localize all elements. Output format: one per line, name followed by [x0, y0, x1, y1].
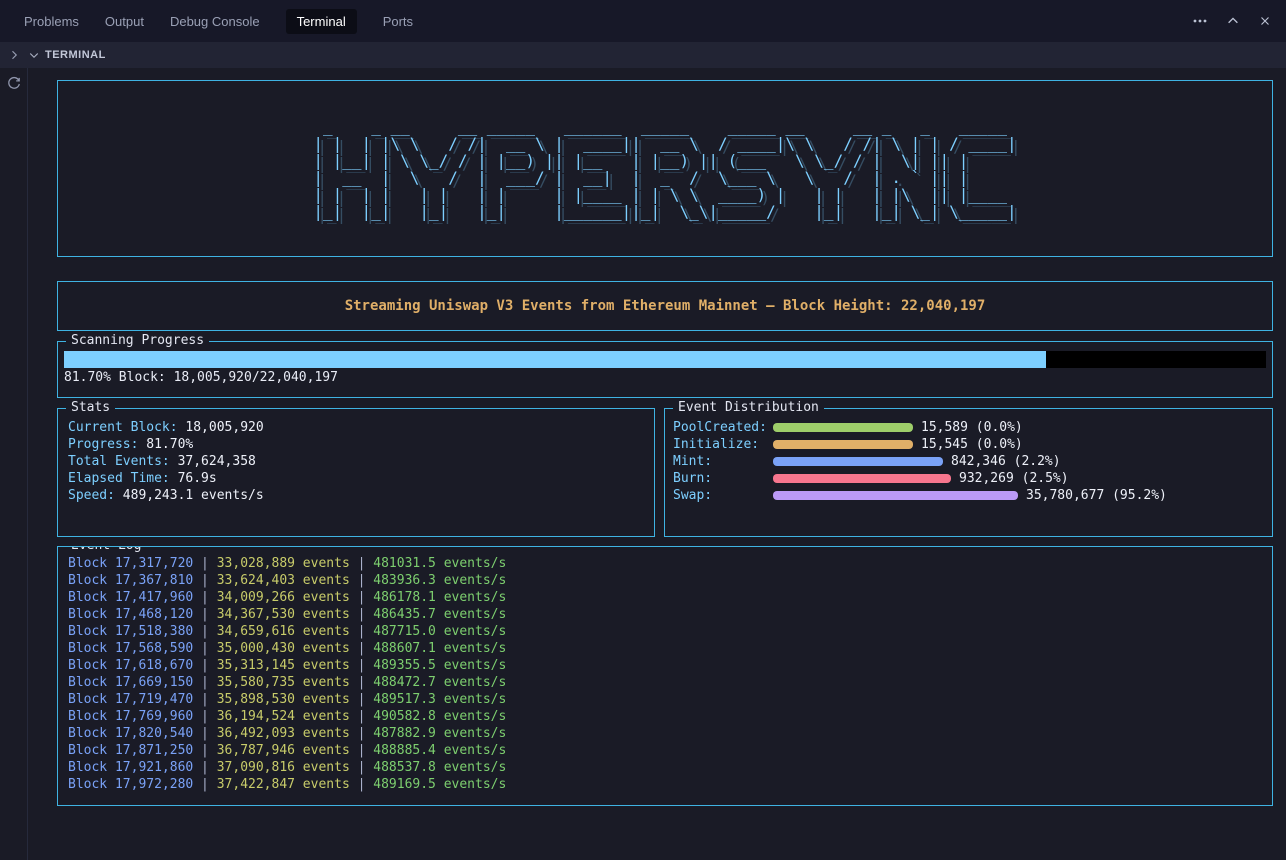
stream-info-panel: Streaming Uniswap V3 Events from Ethereu…: [57, 281, 1273, 331]
stat-row: Elapsed Time: 76.9s: [68, 470, 644, 487]
event-log-row: Block 17,871,250 | 36,787,946 events | 4…: [68, 742, 1262, 759]
panel-content: _ _ __ __ _____ ______ _____ _____ __ __…: [0, 68, 1286, 860]
tab-output[interactable]: Output: [105, 14, 144, 29]
chevron-down-icon[interactable]: [28, 49, 40, 61]
distribution-rows: PoolCreated:15,589 (0.0%)Initialize:15,5…: [673, 419, 1264, 504]
stats-panel: Stats Current Block: 18,005,920Progress:…: [57, 408, 655, 537]
progress-bar: [64, 351, 1266, 368]
event-distribution-panel: Event Distribution PoolCreated:15,589 (0…: [664, 408, 1273, 537]
event-log-row: Block 17,468,120 | 34,367,530 events | 4…: [68, 606, 1262, 623]
banner-panel: _ _ __ __ _____ ______ _____ _____ __ __…: [57, 80, 1273, 257]
event-log-row: Block 17,719,470 | 35,898,530 events | 4…: [68, 691, 1262, 708]
distribution-row: Initialize:15,545 (0.0%): [673, 436, 1264, 453]
event-log-rows: Block 17,317,720 | 33,028,889 events | 4…: [68, 555, 1262, 793]
stats-title: Stats: [66, 400, 115, 416]
stats-distribution-row: Stats Current Block: 18,005,920Progress:…: [57, 408, 1273, 537]
distribution-row: Swap:35,780,677 (95.2%): [673, 487, 1264, 504]
event-log-row: Block 17,417,960 | 34,009,266 events | 4…: [68, 589, 1262, 606]
distribution-bar: [773, 440, 913, 449]
maximize-panel-icon[interactable]: [1226, 14, 1240, 28]
event-log-row: Block 17,317,720 | 33,028,889 events | 4…: [68, 555, 1262, 572]
distribution-bar: [773, 423, 913, 432]
sync-icon[interactable]: [6, 76, 22, 92]
distribution-row: Mint:842,346 (2.2%): [673, 453, 1264, 470]
event-log-row: Block 17,669,150 | 35,580,735 events | 4…: [68, 674, 1262, 691]
event-log-row: Block 17,367,810 | 33,624,403 events | 4…: [68, 572, 1262, 589]
more-actions-icon[interactable]: [1192, 13, 1208, 29]
event-log-row: Block 17,972,280 | 37,422,847 events | 4…: [68, 776, 1262, 793]
stat-row: Speed: 489,243.1 events/s: [68, 487, 644, 504]
event-log-title: Event Log: [66, 546, 146, 554]
panel-top-bar: Problems Output Debug Console Terminal Ports: [0, 0, 1286, 42]
event-log-row: Block 17,568,590 | 35,000,430 events | 4…: [68, 640, 1262, 657]
tab-ports[interactable]: Ports: [383, 14, 413, 29]
stat-row: Current Block: 18,005,920: [68, 419, 644, 436]
panel-tabs: Problems Output Debug Console Terminal Ports: [24, 9, 413, 34]
stats-rows: Current Block: 18,005,920Progress: 81.70…: [68, 419, 644, 504]
distribution-bar: [773, 491, 1018, 500]
terminal-header-label: TERMINAL: [45, 49, 106, 61]
event-log-row: Block 17,618,670 | 35,313,145 events | 4…: [68, 657, 1262, 674]
progress-bar-fill: [64, 351, 1046, 368]
stat-row: Total Events: 37,624,358: [68, 453, 644, 470]
distribution-bar: [773, 474, 951, 483]
tab-debug-console[interactable]: Debug Console: [170, 14, 260, 29]
expand-panel-icon[interactable]: [0, 49, 28, 61]
distribution-row: PoolCreated:15,589 (0.0%): [673, 419, 1264, 436]
left-rail: [0, 68, 28, 860]
terminal-viewport[interactable]: _ _ __ __ _____ ______ _____ _____ __ __…: [28, 68, 1286, 860]
event-log-row: Block 17,518,380 | 34,659,616 events | 4…: [68, 623, 1262, 640]
tab-problems[interactable]: Problems: [24, 14, 79, 29]
event-log-panel: Event Log Block 17,317,720 | 33,028,889 …: [57, 546, 1273, 806]
event-log-row: Block 17,921,860 | 37,090,816 events | 4…: [68, 759, 1262, 776]
event-log-row: Block 17,820,540 | 36,492,093 events | 4…: [68, 725, 1262, 742]
distribution-bar: [773, 457, 943, 466]
distribution-row: Burn:932,269 (2.5%): [673, 470, 1264, 487]
stat-row: Progress: 81.70%: [68, 436, 644, 453]
scanning-progress-title: Scanning Progress: [66, 333, 209, 349]
progress-status-text: 81.70% Block: 18,005,920/22,040,197: [64, 370, 1266, 385]
banner-ascii: _ _ __ __ _____ ______ _____ _____ __ __…: [313, 118, 1016, 220]
panel-actions: [1192, 13, 1272, 29]
event-distribution-title: Event Distribution: [673, 400, 824, 416]
stream-info-text: Streaming Uniswap V3 Events from Ethereu…: [345, 298, 986, 314]
close-panel-icon[interactable]: [1258, 14, 1272, 28]
event-log-row: Block 17,769,960 | 36,194,524 events | 4…: [68, 708, 1262, 725]
terminal-header-strip: TERMINAL: [0, 42, 1286, 68]
scanning-progress-panel: Scanning Progress 81.70% Block: 18,005,9…: [57, 341, 1273, 398]
tab-terminal[interactable]: Terminal: [286, 9, 357, 34]
